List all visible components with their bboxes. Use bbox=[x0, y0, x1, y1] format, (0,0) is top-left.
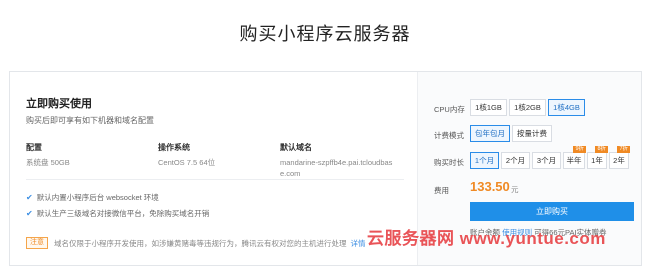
price-unit: 元 bbox=[511, 185, 519, 194]
spec-config-value: 系统盘 50GB bbox=[26, 158, 70, 167]
spec-domain-label: 默认域名 bbox=[280, 143, 312, 152]
check-icon: ✔ bbox=[26, 193, 33, 202]
billing-label: 计费模式 bbox=[434, 131, 464, 140]
spec-config-label: 配置 bbox=[26, 143, 42, 152]
page-title: 购买小程序云服务器 bbox=[239, 24, 411, 44]
notice-details-link[interactable]: 详情 bbox=[351, 238, 366, 249]
spec-domain-value: mandarine-szpffb4e.pai.tcloudbase.com bbox=[280, 158, 393, 178]
spec-os-label: 操作系统 bbox=[158, 143, 190, 152]
feature-item: ✔ 默认内置小程序后台 websocket 环境 bbox=[26, 192, 159, 203]
cpu-option-1c1g[interactable]: 1核1GB bbox=[470, 99, 507, 116]
section-title: 立即购买使用 bbox=[26, 98, 92, 110]
duration-option-half-year[interactable]: 半年 9折 bbox=[563, 146, 586, 169]
notice-text: 域名仅限于小程序开发使用，如涉嫌黄赌毒等违规行为，腾讯云有权对您的主机进行处理 bbox=[54, 238, 347, 248]
price-value: 133.50 bbox=[470, 179, 510, 194]
cpu-option-1c4g[interactable]: 1核4GB bbox=[548, 99, 585, 116]
billing-option-payg[interactable]: 按量计费 bbox=[512, 125, 552, 142]
billing-option-monthly[interactable]: 包年包月 bbox=[470, 125, 510, 142]
spec-os-value: CentOS 7.5 64位 bbox=[158, 158, 216, 167]
cpu-label: CPU内存 bbox=[434, 105, 465, 114]
spec-os: 操作系统 CentOS 7.5 64位 bbox=[158, 142, 215, 168]
feature-item: ✔ 默认生产三级域名对接微信平台，免除购买域名开销 bbox=[26, 208, 209, 219]
discount-badge: 8折 bbox=[595, 146, 608, 153]
left-panel: 立即购买使用 购买后即可享有如下机器和域名配置 配置 系统盘 50GB 操作系统… bbox=[10, 72, 418, 265]
notice-tag: 注意 bbox=[26, 237, 48, 249]
duration-option-1y[interactable]: 1年 8折 bbox=[587, 146, 608, 169]
duration-option-label: 1年 bbox=[591, 156, 603, 165]
discount-badge: 7折 bbox=[617, 146, 630, 153]
cpu-option-1c2g[interactable]: 1核2GB bbox=[509, 99, 546, 116]
buy-now-button[interactable]: 立即购买 bbox=[470, 202, 634, 221]
fee-label: 费用 bbox=[434, 186, 449, 195]
duration-option-label: 半年 bbox=[566, 156, 582, 165]
duration-option-2m[interactable]: 2个月 bbox=[501, 152, 530, 169]
watermark: 云服务器网 www.yuntue.com bbox=[367, 229, 606, 248]
notice-bar: 注意 域名仅限于小程序开发使用，如涉嫌黄赌毒等违规行为，腾讯云有权对您的主机进行… bbox=[26, 236, 406, 250]
duration-option-1m[interactable]: 1个月 bbox=[470, 152, 499, 169]
section-desc: 购买后即可享有如下机器和域名配置 bbox=[26, 116, 154, 125]
duration-label: 购买时长 bbox=[434, 158, 464, 167]
discount-badge: 9折 bbox=[573, 146, 586, 153]
divider bbox=[26, 179, 404, 180]
duration-option-3m[interactable]: 3个月 bbox=[532, 152, 561, 169]
check-icon: ✔ bbox=[26, 209, 33, 218]
spec-domain: 默认域名 mandarine-szpffb4e.pai.tcloudbase.c… bbox=[280, 142, 398, 179]
duration-option-label: 2年 bbox=[613, 156, 625, 165]
feature-text: 默认生产三级域名对接微信平台，免除购买域名开销 bbox=[36, 209, 210, 218]
duration-option-2y[interactable]: 2年 7折 bbox=[609, 146, 630, 169]
feature-text: 默认内置小程序后台 websocket 环境 bbox=[36, 193, 159, 202]
spec-config: 配置 系统盘 50GB bbox=[26, 142, 70, 168]
